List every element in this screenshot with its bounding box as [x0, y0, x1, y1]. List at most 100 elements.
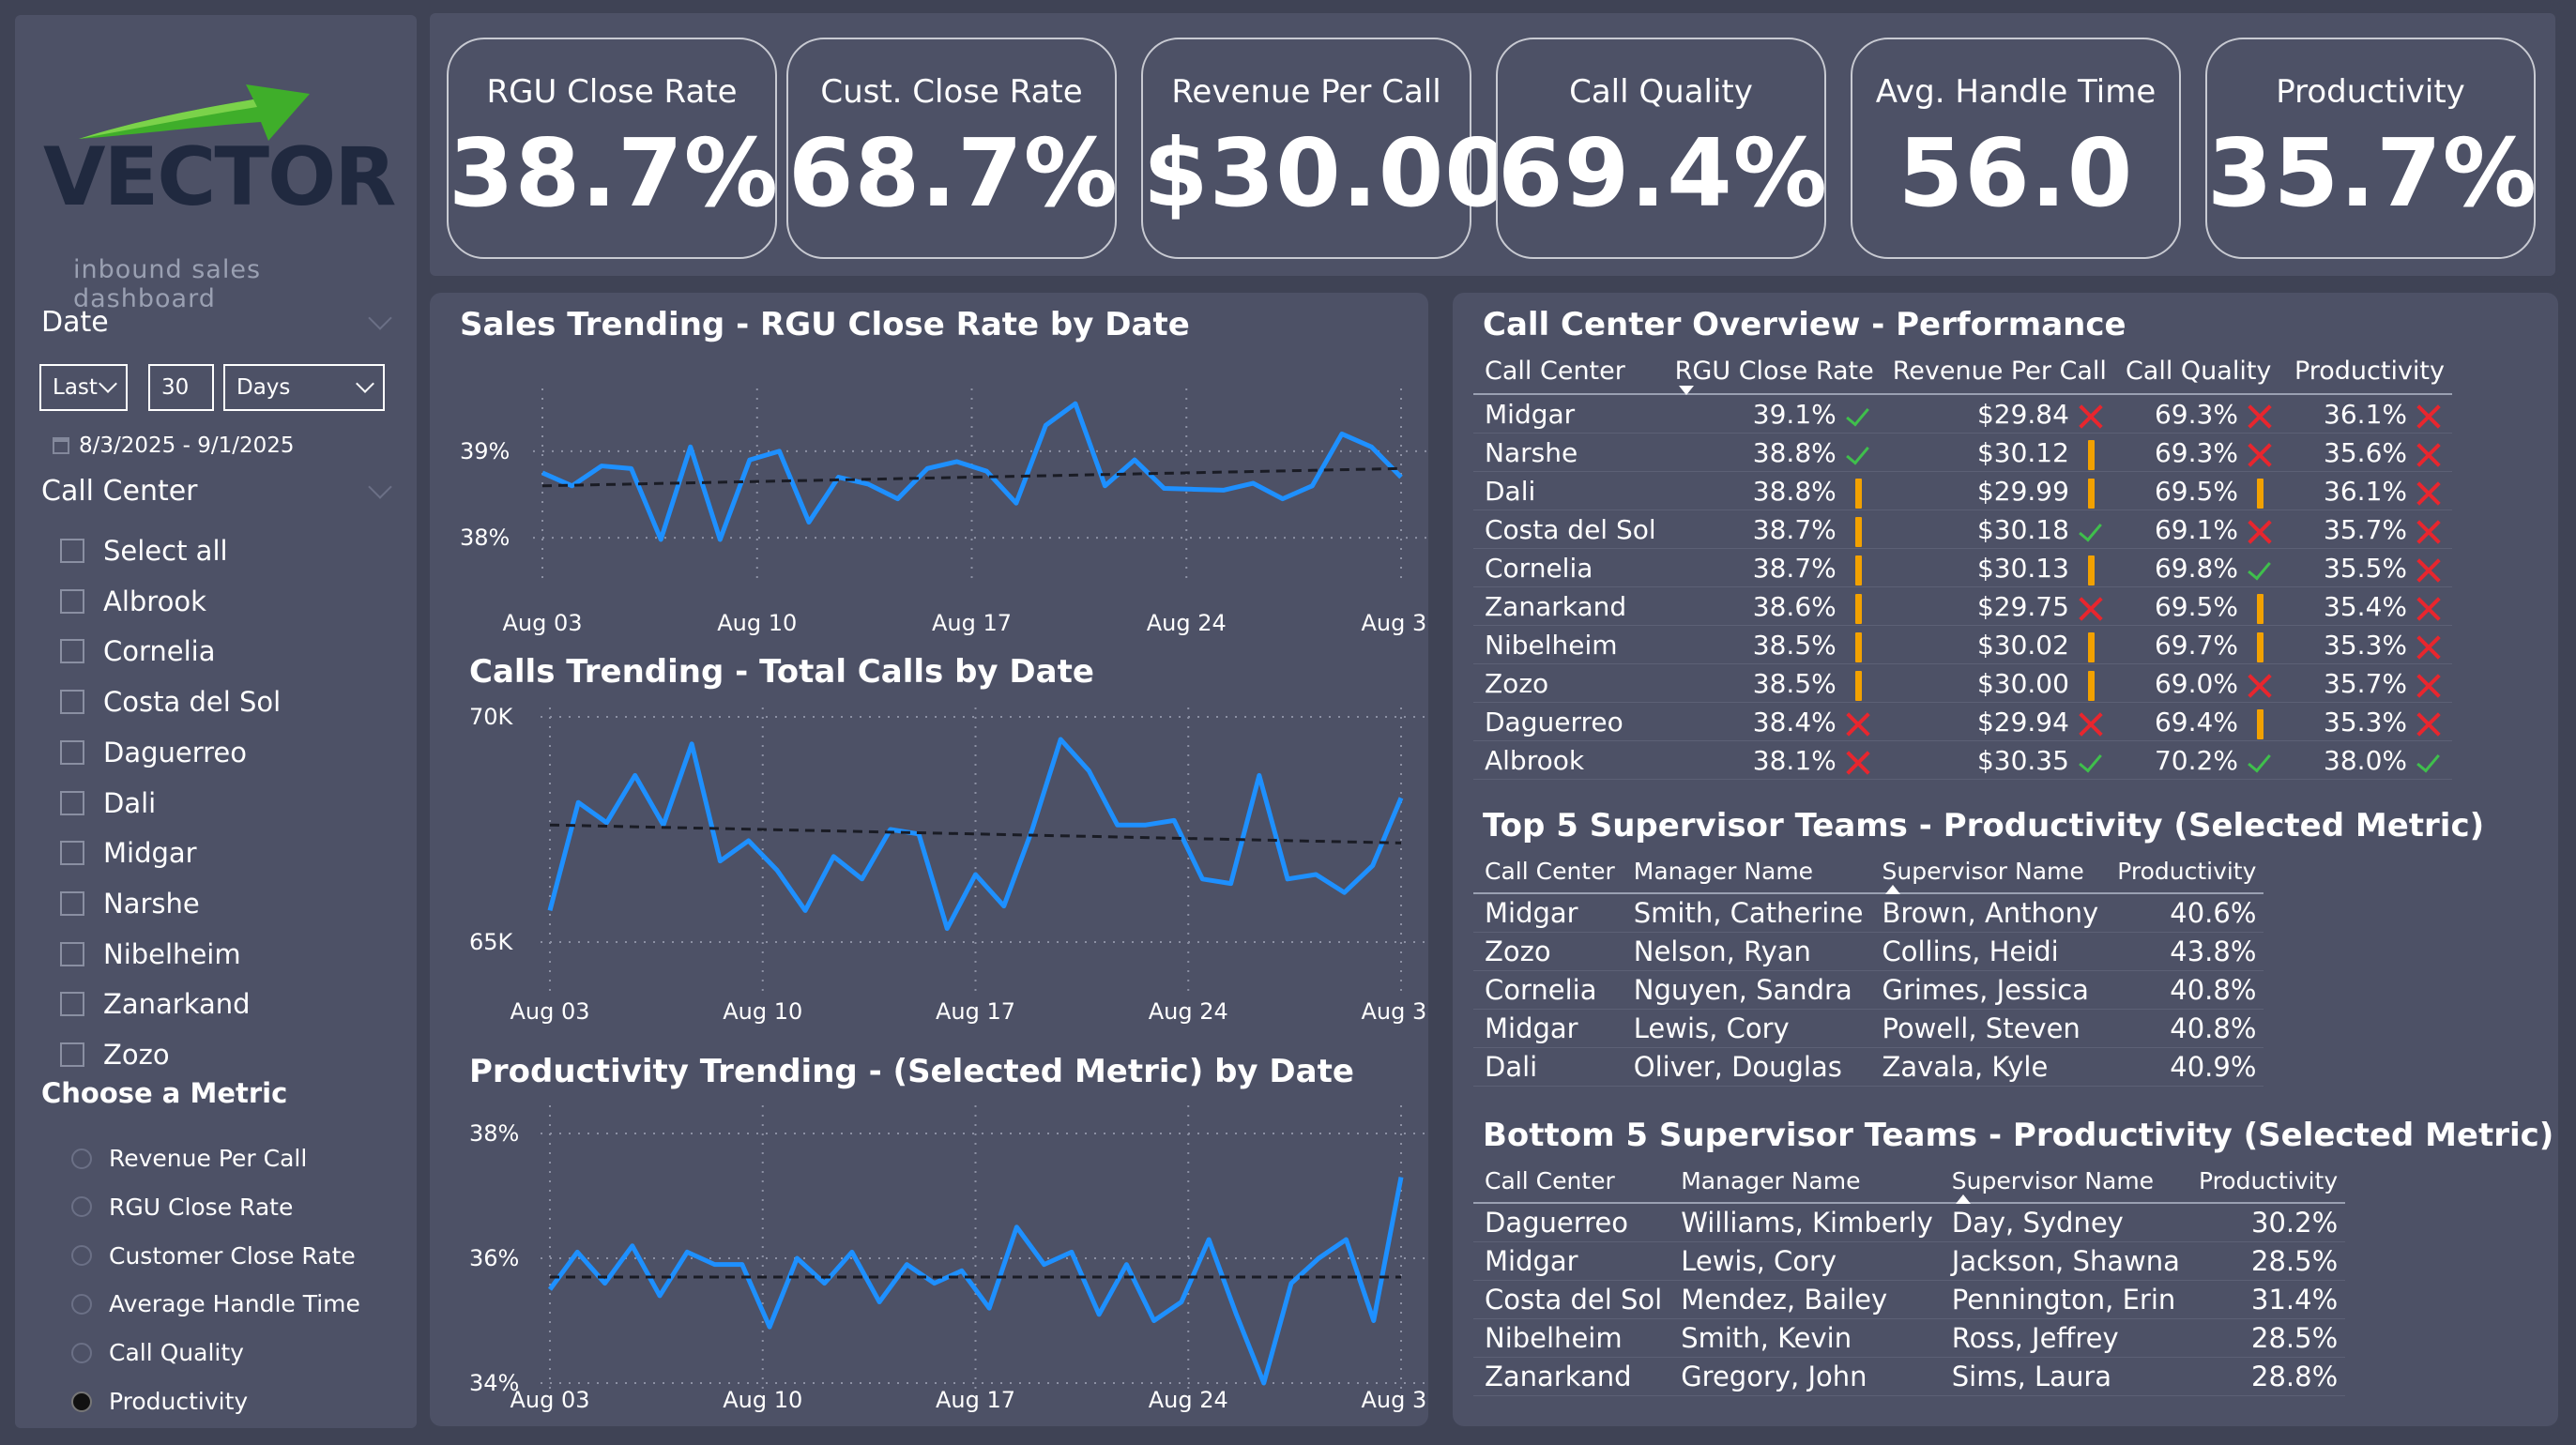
series-line[interactable]	[541, 401, 1403, 542]
table-row[interactable]: Midgar Lewis, Cory Powell, Steven 40.8%	[1473, 1009, 2264, 1048]
metric-cell: $30.12	[1881, 433, 2114, 472]
table-row[interactable]: Cornelia 38.7% $30.13 69.8% 35.5%	[1473, 548, 2452, 587]
table-row[interactable]: Costa del Sol Mendez, Bailey Pennington, E…	[1473, 1280, 2346, 1319]
table-row[interactable]: Dali Oliver, Douglas Zavala, Kyle 40.9%	[1473, 1047, 2264, 1087]
call-center-cell: Zanarkand	[1473, 586, 1664, 626]
metric-cell: 38.1%	[1663, 740, 1882, 780]
y-tick-label: 34%	[469, 1370, 519, 1396]
metric-cell: 69.5%	[2113, 586, 2283, 626]
metric-cell: 38.6%	[1663, 586, 1882, 626]
checkbox-icon[interactable]	[60, 841, 84, 866]
checkbox-icon[interactable]	[60, 539, 84, 563]
col-header-call-center[interactable]: Call Center	[1473, 357, 1664, 395]
date-range: 8/3/2025 - 9/1/2025	[53, 434, 295, 458]
x-tick-label: Aug 24	[1149, 1387, 1228, 1413]
checkbox-icon[interactable]	[60, 588, 84, 614]
metric-cell: 36.1%	[2282, 394, 2452, 434]
call-center-option[interactable]: Nibelheim	[60, 938, 241, 970]
col-header-call-center[interactable]: Call Center	[1473, 858, 1623, 894]
col-header-manager-name[interactable]: Manager Name	[1622, 858, 1871, 894]
call-center-option[interactable]: Daguerreo	[60, 737, 247, 768]
metric-value: 69.8%	[2154, 552, 2238, 584]
sales-trend-chart[interactable]: Aug 03 Aug 10 Aug 17 Aug 24 Aug 31 39% 38%	[430, 358, 1428, 649]
call-center-option[interactable]: Select all	[60, 535, 228, 567]
table-row[interactable]: Narshe 38.8% $30.12 69.3% 35.6%	[1473, 433, 2452, 472]
date-count-input[interactable]: 30	[148, 364, 214, 411]
table-row[interactable]: Albrook 38.1% $30.35 70.2% 38.0%	[1473, 740, 2452, 780]
metric-option[interactable]: Average Handle Time	[71, 1290, 360, 1317]
productivity-cell: 43.8%	[2106, 932, 2264, 971]
metric-option[interactable]: Productivity	[71, 1388, 248, 1415]
table-row[interactable]: Nibelheim 38.5% $30.02 69.7% 35.3%	[1473, 625, 2452, 664]
table-row[interactable]: Cornelia Nguyen, Sandra Grimes, Jessica 40.…	[1473, 970, 2264, 1010]
x-icon	[2413, 594, 2445, 622]
col-header-productivity[interactable]: Productivity	[2282, 357, 2452, 395]
kpi-bar: RGU Close Rate 38.7% Cust. Close Rate 68…	[430, 13, 2555, 276]
col-header-rgu-close-rate[interactable]: RGU Close Rate	[1663, 357, 1882, 395]
checkbox-icon[interactable]	[60, 790, 84, 815]
checkbox-icon[interactable]	[60, 992, 84, 1017]
table-row[interactable]: Nibelheim Smith, Kevin Ross, Jeffrey 28.5%	[1473, 1318, 2346, 1358]
col-header-call-quality[interactable]: Call Quality	[2113, 357, 2283, 395]
metric-value: $30.35	[1976, 744, 2069, 776]
col-header-productivity[interactable]: Productivity	[2187, 1167, 2346, 1204]
kpi-title: Avg. Handle Time	[1875, 73, 2157, 111]
checkbox-icon[interactable]	[60, 1042, 84, 1067]
series-line[interactable]	[547, 737, 1404, 932]
call-center-option[interactable]: Zanarkand	[60, 988, 251, 1020]
calls-trend-chart[interactable]: Aug 03 Aug 10 Aug 17 Aug 24 Aug 31 70K 65K	[430, 706, 1428, 1025]
date-unit-select[interactable]: Days	[223, 364, 385, 411]
call-center-option[interactable]: Cornelia	[60, 635, 216, 667]
col-header-revenue-per-call[interactable]: Revenue Per Call	[1881, 357, 2114, 395]
radio-icon[interactable]	[71, 1293, 92, 1315]
productivity-trend-chart[interactable]: Aug 03 Aug 10 Aug 17 Aug 24 Aug 31 38% 36% 34%	[430, 1105, 1428, 1424]
checkbox-icon[interactable]	[60, 739, 84, 765]
metric-cell: 69.0%	[2113, 663, 2283, 703]
call-center-option[interactable]: Albrook	[60, 586, 206, 617]
radio-icon[interactable]	[71, 1342, 92, 1363]
metric-option[interactable]: Call Quality	[71, 1339, 244, 1366]
warning-bar-icon	[2244, 631, 2276, 662]
table-row[interactable]: Zanarkand Gregory, John Sims, Laura 28.8%	[1473, 1357, 2346, 1396]
table-row[interactable]: Dali 38.8% $29.99 69.5% 36.1%	[1473, 471, 2452, 510]
chevron-down-icon[interactable]	[368, 475, 392, 499]
radio-icon[interactable]	[71, 1391, 92, 1412]
x-icon	[2413, 402, 2445, 430]
col-header-supervisor-name[interactable]: Supervisor Name	[1870, 858, 2107, 894]
radio-icon[interactable]	[71, 1196, 92, 1218]
radio-icon[interactable]	[71, 1148, 92, 1169]
metric-option[interactable]: Customer Close Rate	[71, 1242, 356, 1270]
checkbox-icon[interactable]	[60, 639, 84, 664]
table-row[interactable]: Zanarkand 38.6% $29.75 69.5% 35.4%	[1473, 586, 2452, 626]
checkbox-icon[interactable]	[60, 890, 84, 916]
table-row[interactable]: Zozo Nelson, Ryan Collins, Heidi 43.8%	[1473, 932, 2264, 971]
call-center-cell: Zozo	[1473, 932, 1623, 971]
table-row[interactable]: Midgar Smith, Catherine Brown, Anthony 40.6…	[1473, 893, 2264, 933]
call-center-option[interactable]: Narshe	[60, 888, 200, 920]
table-row[interactable]: Daguerreo 38.4% $29.94 69.4% 35.3%	[1473, 702, 2452, 741]
call-center-option[interactable]: Midgar	[60, 837, 197, 869]
series-line[interactable]	[547, 1177, 1404, 1386]
col-header-productivity[interactable]: Productivity	[2106, 858, 2264, 894]
kpi-value: $30.00	[1143, 118, 1511, 228]
metric-option[interactable]: Revenue Per Call	[71, 1145, 307, 1172]
table-row[interactable]: Midgar Lewis, Cory Jackson, Shawna 28.5%	[1473, 1241, 2346, 1281]
metric-cell: 69.3%	[2113, 394, 2283, 434]
call-center-option[interactable]: Zozo	[60, 1039, 170, 1071]
table-row[interactable]: Midgar 39.1% $29.84 69.3% 36.1%	[1473, 394, 2452, 434]
checkbox-icon[interactable]	[60, 690, 84, 715]
metric-cell: 69.8%	[2113, 548, 2283, 587]
checkbox-icon[interactable]	[60, 941, 84, 966]
table-row[interactable]: Zozo 38.5% $30.00 69.0% 35.7%	[1473, 663, 2452, 703]
call-center-cell: Daguerreo	[1473, 702, 1664, 741]
metric-option[interactable]: RGU Close Rate	[71, 1194, 293, 1221]
call-center-option[interactable]: Costa del Sol	[60, 686, 281, 718]
col-header-manager-name[interactable]: Manager Name	[1669, 1167, 1941, 1204]
table-row[interactable]: Daguerreo Williams, Kimberly Day, Sydney 30…	[1473, 1203, 2346, 1242]
radio-icon[interactable]	[71, 1245, 92, 1267]
call-center-option[interactable]: Dali	[60, 787, 156, 819]
col-header-supervisor-name[interactable]: Supervisor Name	[1940, 1167, 2187, 1204]
col-header-call-center[interactable]: Call Center	[1473, 1167, 1670, 1204]
date-mode-select[interactable]: Last	[39, 364, 128, 411]
table-row[interactable]: Costa del Sol 38.7% $30.18 69.1% 35.7%	[1473, 510, 2452, 549]
